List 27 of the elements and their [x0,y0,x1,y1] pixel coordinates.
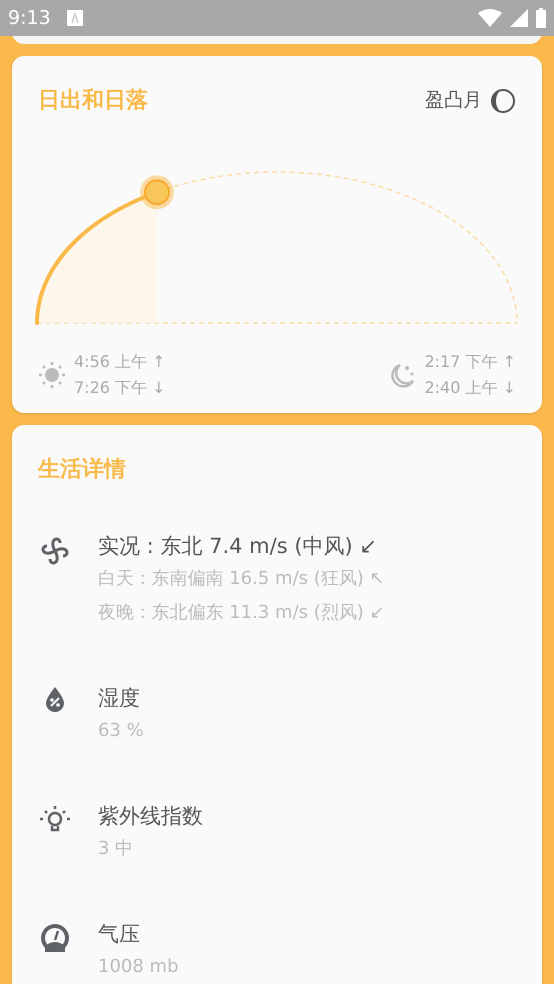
detail-value: 63 % [98,719,144,743]
detail-value: 1008 mb [98,955,178,979]
detail-value: 3 中 [98,837,134,861]
detail-title: 湿度 [98,685,141,712]
moon-stars-icon [388,361,416,390]
notification-icon [66,10,83,26]
detail-title: 紫外线指数 [98,803,203,830]
sun-time: 7:26 下午 ↓ [74,377,166,400]
status-time: 9:13 [8,6,51,31]
signal-icon [510,9,528,27]
sun-time: 4:56 上午 ↑ [74,351,166,374]
battery-icon [536,8,546,28]
moon-time: 2:40 上午 ↓ [424,377,516,400]
moon-phase: 盈凸月 [425,88,482,114]
wifi-icon [478,9,502,27]
detail-title: 气压 [98,921,141,948]
sun-icon [38,361,66,390]
detail-value: 夜晚 : 东北偏东 11.3 m/s (烈风) ↙ [98,601,385,625]
gauge-icon [39,922,71,954]
moon-phase-icon [490,88,516,114]
card-title: 日出和日落 [38,87,148,116]
detail-value: 白天 : 东南偏南 16.5 m/s (狂风) ↖ [98,567,385,591]
sun-marker [140,175,174,210]
detail-title: 实况 : 东北 7.4 m/s (中风) ↙ [98,533,378,560]
card-title: 生活详情 [38,456,127,484]
water-drop-icon [44,686,66,712]
moon-time: 2:17 下午 ↑ [424,351,516,374]
